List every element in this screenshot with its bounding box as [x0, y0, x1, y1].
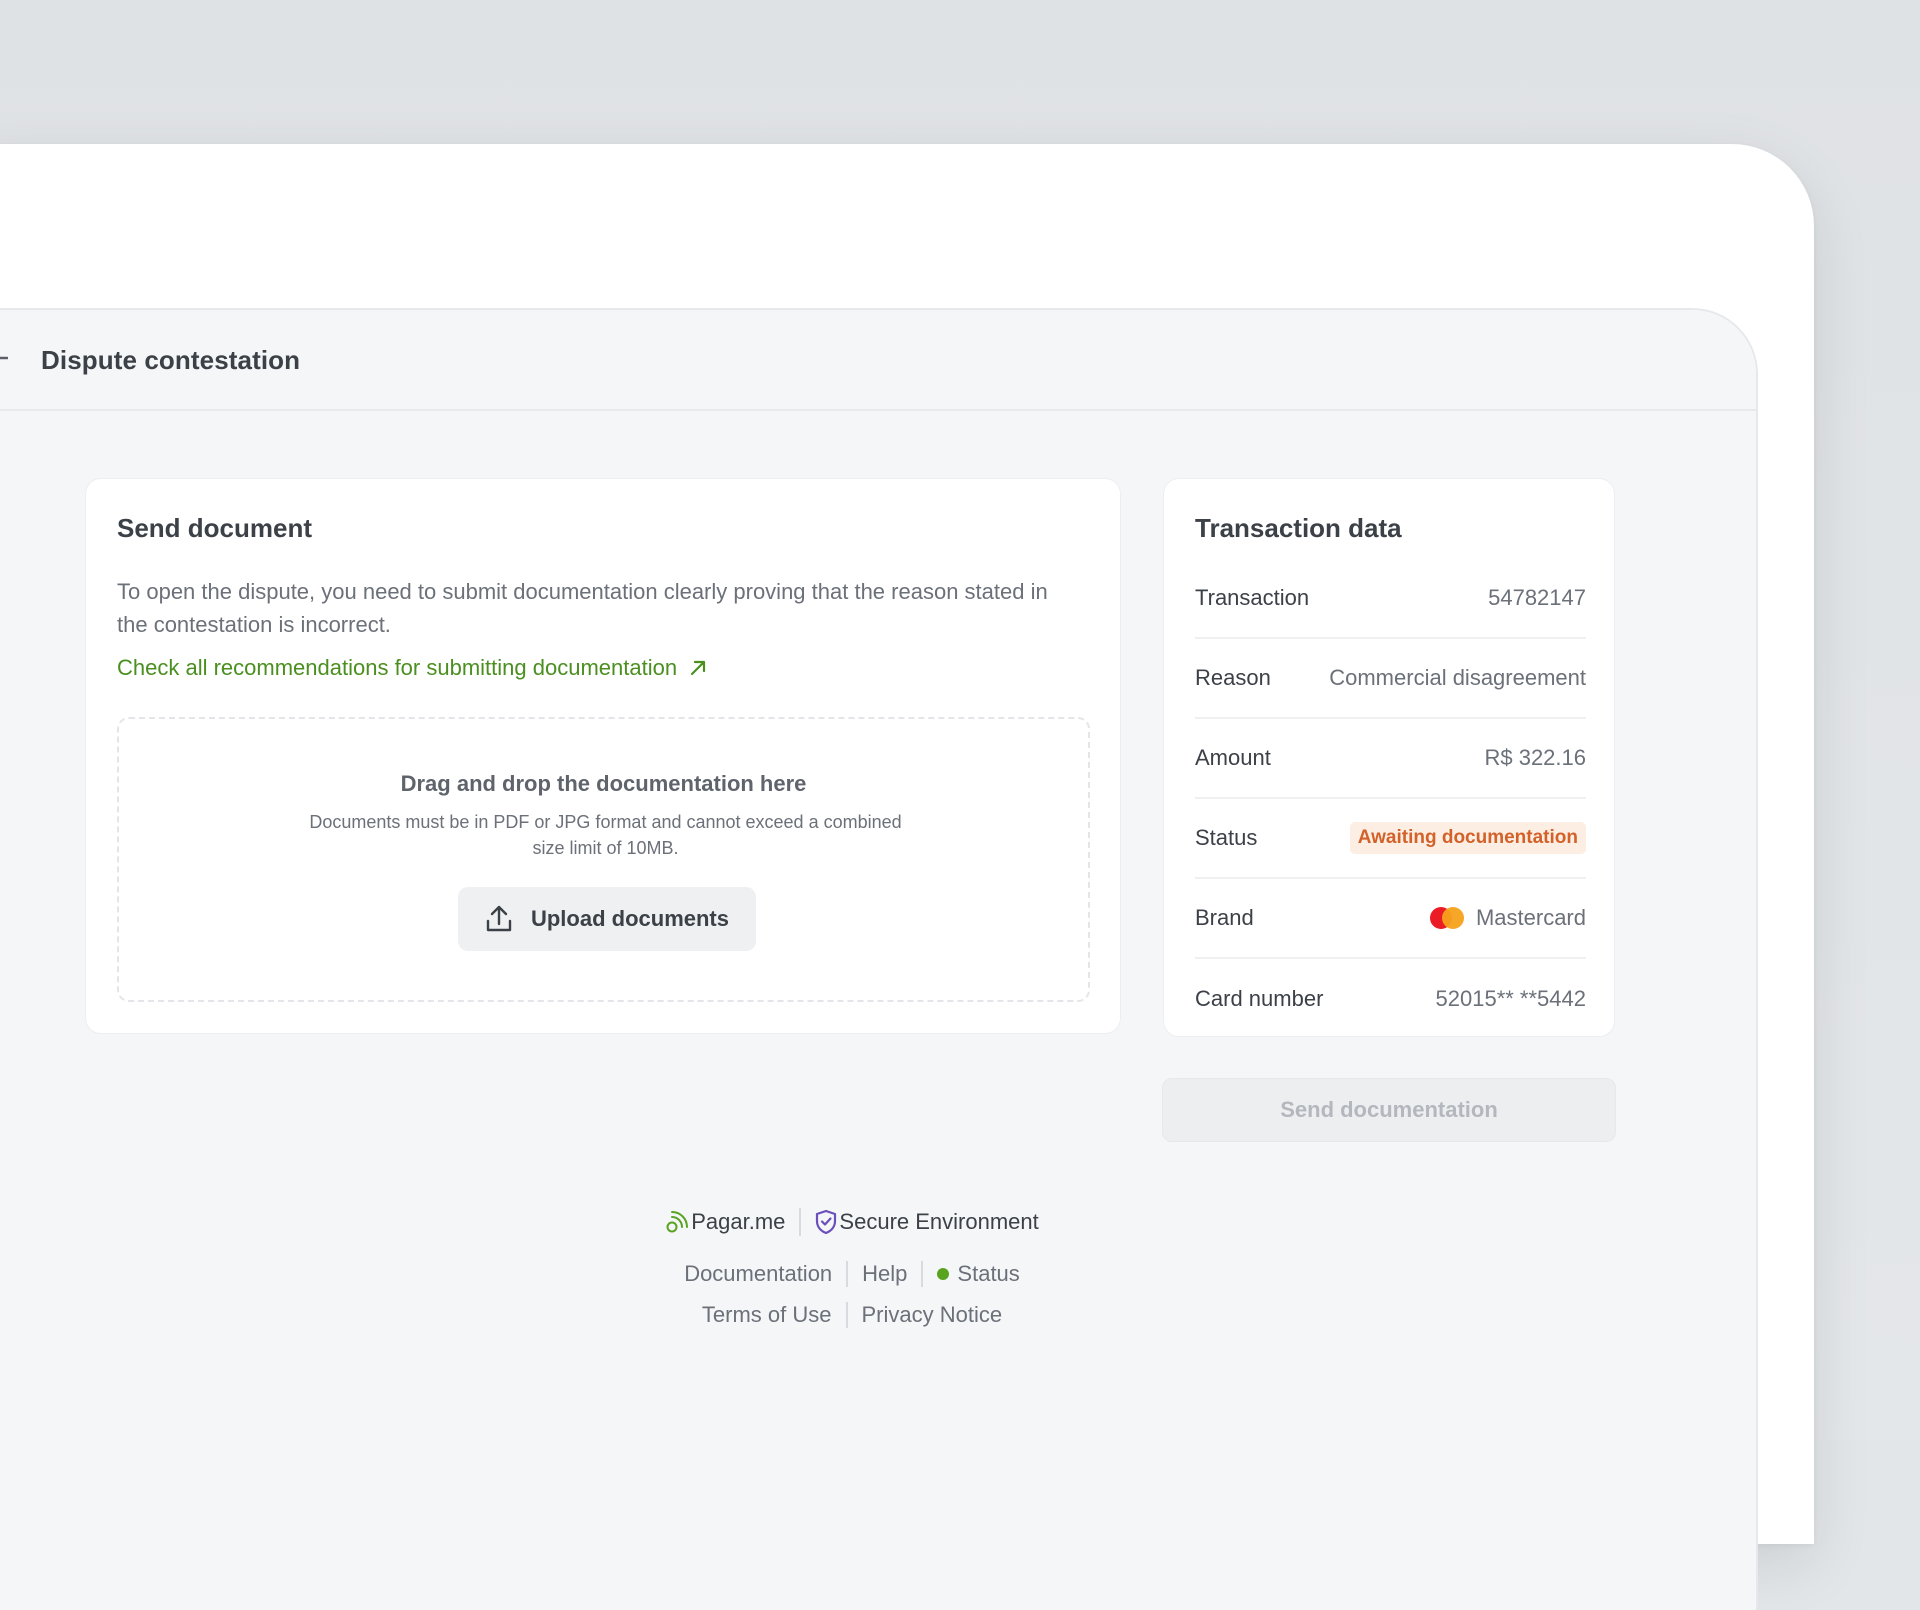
upload-documents-label: Upload documents: [530, 906, 729, 931]
status-link[interactable]: Status: [937, 1261, 1020, 1287]
transaction-row: Transaction 54782147: [1195, 559, 1586, 639]
documentation-link[interactable]: Documentation: [684, 1261, 832, 1287]
status-link-label: Status: [957, 1261, 1020, 1286]
send-documentation-button[interactable]: Send documentation: [1162, 1078, 1616, 1142]
status-dot-icon: [937, 1268, 950, 1280]
pagarme-brand-label: Pagar.me: [691, 1209, 786, 1234]
footer-links-primary: Documentation Help Status: [0, 1261, 1744, 1287]
recommendations-link[interactable]: Check all recommendations for submitting…: [117, 655, 707, 681]
transaction-value: 54782147: [1488, 585, 1586, 610]
recommendations-link-label: Check all recommendations for submitting…: [117, 655, 678, 680]
secure-environment: Secure Environment: [815, 1209, 1039, 1235]
app-screen: Dispute contestation Send document To op…: [0, 310, 1756, 1610]
document-dropzone[interactable]: Drag and drop the documentation here Doc…: [117, 717, 1090, 1002]
help-link[interactable]: Help: [862, 1261, 907, 1287]
brand-label: Brand: [1195, 905, 1254, 930]
transaction-label: Transaction: [1195, 585, 1310, 610]
transaction-data-card: Transaction data Transaction 54782147 Re…: [1163, 478, 1615, 1037]
status-row: Status Awaiting documentation: [1195, 799, 1586, 879]
amount-label: Amount: [1195, 745, 1271, 770]
send-document-title: Send document: [117, 513, 313, 543]
footer-divider: [921, 1261, 924, 1287]
brand-row: Brand Mastercard: [1195, 879, 1586, 959]
status-label: Status: [1195, 825, 1258, 850]
footer-divider: [799, 1208, 802, 1236]
page-title: Dispute contestation: [41, 345, 301, 375]
device-frame: Dispute contestation Send document To op…: [0, 144, 1814, 1610]
back-button[interactable]: [0, 343, 10, 373]
pagarme-brand: Pagar.me: [665, 1209, 785, 1235]
shield-check-icon: [816, 1209, 837, 1235]
arrow-left-icon: [0, 356, 8, 360]
reason-value: Commercial disagreement: [1329, 665, 1586, 690]
send-document-card: Send document To open the dispute, you n…: [85, 478, 1121, 1034]
reason-row: Reason Commercial disagreement: [1195, 639, 1586, 719]
dropzone-title: Drag and drop the documentation here: [400, 771, 807, 796]
upload-documents-button[interactable]: Upload documents: [458, 887, 756, 951]
mastercard-icon: [1429, 907, 1466, 929]
arrow-up-right-icon: [690, 660, 706, 676]
footer-divider: [845, 1302, 848, 1328]
page-header: Dispute contestation: [0, 310, 1756, 411]
amount-row: Amount R$ 322.16: [1195, 719, 1586, 799]
card-number-label: Card number: [1195, 986, 1324, 1011]
pagarme-logo-icon: [666, 1211, 689, 1233]
brand-value: Mastercard: [1475, 905, 1586, 930]
footer-brand: Pagar.me Secure Environment: [0, 1208, 1744, 1236]
dropzone-subtitle: Documents must be in PDF or JPG format a…: [309, 812, 902, 858]
status-badge: Awaiting documentation: [1349, 822, 1586, 854]
upload-icon: [486, 905, 512, 932]
send-document-description: To open the dispute, you need to submit …: [117, 579, 1048, 637]
terms-link[interactable]: Terms of Use: [702, 1302, 832, 1328]
secure-environment-label: Secure Environment: [839, 1209, 1039, 1234]
transaction-data-title: Transaction data: [1195, 513, 1402, 543]
reason-label: Reason: [1195, 665, 1271, 690]
privacy-link[interactable]: Privacy Notice: [862, 1302, 1003, 1328]
footer-links-legal: Terms of Use Privacy Notice: [0, 1302, 1744, 1328]
card-number-value: 52015** **5442: [1435, 986, 1586, 1011]
amount-value: R$ 322.16: [1484, 745, 1586, 770]
footer-divider: [846, 1261, 849, 1287]
card-number-row: Card number 52015** **5442: [1195, 959, 1586, 1039]
brand-value-wrap: Mastercard: [1429, 905, 1586, 931]
